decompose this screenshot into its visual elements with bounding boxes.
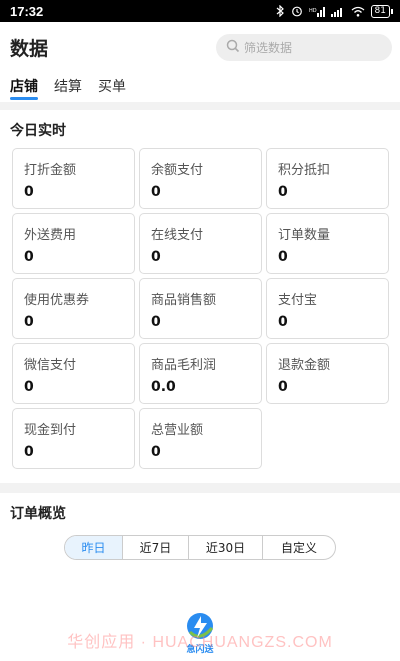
metric-label: 总营业额 <box>151 423 204 438</box>
search-icon <box>226 39 240 56</box>
alarm-icon <box>291 5 303 17</box>
status-icons: HD 81 <box>276 4 394 18</box>
page-title: 数据 <box>10 37 49 60</box>
watermark: 华创应用 · HUACHUANGZS.COM <box>67 634 333 651</box>
metric-card: 商品销售额 0 <box>139 278 262 339</box>
metric-card: 商品毛利润 0.0 <box>139 343 262 404</box>
metric-value: 0 <box>278 314 288 330</box>
metric-label: 支付宝 <box>278 293 318 308</box>
metric-card: 余额支付 0 <box>139 148 262 209</box>
metric-label: 订单数量 <box>278 228 331 243</box>
section-title-today: 今日实时 <box>10 123 66 139</box>
metric-value: 0 <box>24 314 34 330</box>
metric-card: 订单数量 0 <box>266 213 389 274</box>
range-30-days-button[interactable]: 近30日 <box>189 536 263 559</box>
metric-value: 0 <box>151 184 161 200</box>
search-placeholder: 筛选数据 <box>244 40 293 55</box>
range-7-days-button[interactable]: 近7日 <box>123 536 189 559</box>
metrics-grid: 打折金额 0 余额支付 0 积分抵扣 0 外送费用 0 在线支付 0 订单数量 0 使用优惠… <box>0 148 400 469</box>
metric-value: 0.0 <box>151 379 176 395</box>
metric-value: 0 <box>24 184 34 200</box>
range-yesterday-button[interactable]: 昨日 <box>65 536 123 559</box>
status-time: 17:32 <box>10 3 44 19</box>
metric-card: 打折金额 0 <box>12 148 135 209</box>
metric-card: 外送费用 0 <box>12 213 135 274</box>
tab-checkout[interactable]: 买单 <box>98 72 126 100</box>
signal-icon <box>330 6 345 17</box>
metric-value: 0 <box>151 314 161 330</box>
metric-value: 0 <box>151 249 161 265</box>
header: 数据 筛选数据 <box>0 22 400 72</box>
tab-store[interactable]: 店铺 <box>10 72 38 100</box>
tab-settlement[interactable]: 结算 <box>54 72 82 100</box>
metric-label: 余额支付 <box>151 163 204 178</box>
search-input[interactable]: 筛选数据 <box>216 33 392 61</box>
metric-label: 外送费用 <box>24 228 77 243</box>
metric-card: 现金到付 0 <box>12 408 135 469</box>
wifi-icon <box>351 6 365 17</box>
hd-signal-icon: HD <box>309 6 325 17</box>
tab-bar: 店铺 结算 买单 <box>0 72 400 102</box>
metric-card: 总营业额 0 <box>139 408 262 469</box>
metric-label: 积分抵扣 <box>278 163 331 178</box>
metric-label: 商品销售额 <box>151 293 217 308</box>
metric-label: 打折金额 <box>24 163 77 178</box>
status-bar: 17:32 HD 81 <box>0 0 400 22</box>
svg-text:HD: HD <box>309 8 317 14</box>
battery-icon: 81 <box>370 4 394 18</box>
metric-label: 使用优惠券 <box>24 293 90 308</box>
metric-card: 积分抵扣 0 <box>266 148 389 209</box>
metric-label: 商品毛利润 <box>151 358 217 373</box>
metric-value: 0 <box>278 379 288 395</box>
metric-value: 0 <box>24 444 34 460</box>
metric-value: 0 <box>278 249 288 265</box>
divider <box>0 483 400 493</box>
metric-card: 支付宝 0 <box>266 278 389 339</box>
metric-label: 在线支付 <box>151 228 204 243</box>
metric-card: 微信支付 0 <box>12 343 135 404</box>
metric-card: 退款金额 0 <box>266 343 389 404</box>
metric-label: 退款金额 <box>278 358 331 373</box>
metric-value: 0 <box>24 379 34 395</box>
range-custom-button[interactable]: 自定义 <box>263 536 335 559</box>
metric-label: 现金到付 <box>24 423 77 438</box>
metric-card: 使用优惠券 0 <box>12 278 135 339</box>
metric-value: 0 <box>278 184 288 200</box>
metric-value: 0 <box>24 249 34 265</box>
metric-card: 在线支付 0 <box>139 213 262 274</box>
divider <box>0 102 400 110</box>
bluetooth-icon <box>276 5 285 17</box>
metric-label: 微信支付 <box>24 358 77 373</box>
date-range-selector: 昨日 近7日 近30日 自定义 <box>0 535 400 560</box>
metric-value: 0 <box>151 444 161 460</box>
section-title-overview: 订单概览 <box>10 506 66 522</box>
